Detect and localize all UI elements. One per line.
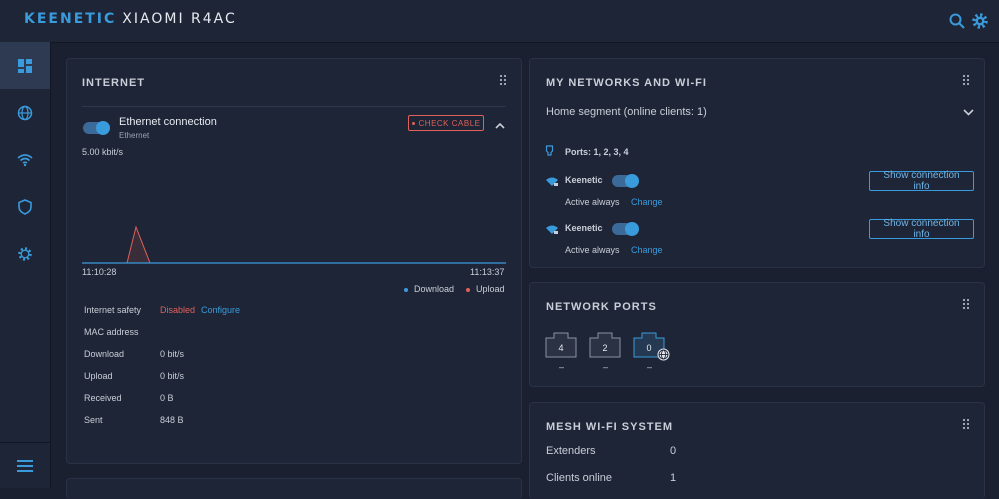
wifi-toggle[interactable] bbox=[612, 222, 639, 236]
ethernet-port-icon bbox=[545, 145, 554, 156]
wifi-toggle[interactable] bbox=[612, 174, 639, 188]
chevron-down-icon[interactable] bbox=[963, 109, 974, 116]
wifi-name: Keenetic bbox=[565, 175, 603, 185]
port-status: – bbox=[559, 362, 565, 372]
brand-name: KEENETIC bbox=[24, 11, 117, 27]
info-value: 0 B bbox=[160, 393, 174, 403]
chevron-up-icon[interactable] bbox=[495, 122, 505, 129]
sidebar-item-settings[interactable] bbox=[0, 230, 50, 277]
wifi-schedule: Active always bbox=[565, 245, 620, 255]
upload-spike bbox=[126, 225, 151, 264]
wifi-schedule: Active always bbox=[565, 197, 620, 207]
info-label: Download bbox=[84, 349, 125, 359]
legend-upload: Upload bbox=[476, 284, 505, 294]
networks-card: MY NETWORKS AND WI-FI Home segment (onli… bbox=[529, 58, 985, 268]
internet-safety-status: Disabled bbox=[160, 305, 196, 315]
traffic-chart bbox=[82, 225, 506, 264]
change-link[interactable]: Change bbox=[631, 245, 663, 255]
wifi-icon bbox=[17, 153, 33, 166]
status-badge-label: CHECK CABLE bbox=[418, 118, 481, 128]
next-card bbox=[66, 478, 522, 499]
internet-card: INTERNET Ethernet connection Ethernet CH… bbox=[66, 58, 522, 464]
chart-end-time: 11:13:37 bbox=[470, 267, 505, 277]
drag-handle-icon[interactable] bbox=[962, 74, 970, 86]
current-speed: 5.00 kbit/s bbox=[82, 147, 124, 157]
configure-link[interactable]: Configure bbox=[201, 305, 240, 315]
sidebar-item-internet[interactable] bbox=[0, 89, 50, 136]
sidebar-item-dashboard[interactable] bbox=[0, 42, 50, 89]
sidebar-menu-toggle[interactable] bbox=[0, 443, 50, 488]
brand-logo[interactable]: KEENETIC XIAOMI R4AC bbox=[24, 11, 237, 27]
mesh-card: MESH WI-FI SYSTEM Extenders 0 Clients on… bbox=[529, 402, 985, 499]
divider bbox=[82, 106, 506, 107]
status-badge: CHECK CABLE bbox=[408, 115, 484, 131]
mesh-value: 1 bbox=[670, 472, 677, 484]
segment-name[interactable]: Home segment (online clients: 1) bbox=[546, 106, 707, 118]
mesh-label: Clients online bbox=[546, 472, 613, 484]
gear-icon bbox=[18, 246, 32, 261]
network-ports-card: NETWORK PORTS 4 – 2 – 0 – bbox=[529, 282, 985, 387]
change-link[interactable]: Change bbox=[631, 197, 663, 207]
card-title: NETWORK PORTS bbox=[546, 301, 657, 313]
port-status: – bbox=[647, 362, 653, 372]
mesh-value: 0 bbox=[670, 445, 677, 457]
upload-legend-dot-icon bbox=[466, 288, 470, 292]
drag-handle-icon[interactable] bbox=[962, 298, 970, 310]
info-value: 0 bit/s bbox=[160, 371, 185, 381]
info-label: Received bbox=[84, 393, 122, 403]
router-model: XIAOMI R4AC bbox=[122, 11, 237, 27]
port-number: 4 bbox=[558, 343, 564, 353]
globe-icon bbox=[657, 348, 670, 361]
drag-handle-icon[interactable] bbox=[499, 74, 507, 86]
port-4[interactable]: 4 bbox=[545, 332, 577, 358]
info-value: 0 bit/s bbox=[160, 349, 185, 359]
card-title: MESH WI-FI SYSTEM bbox=[546, 421, 673, 433]
show-connection-info-button[interactable]: Show connection info bbox=[869, 170, 974, 192]
legend-download: Download bbox=[414, 284, 455, 294]
wifi-icon bbox=[546, 177, 558, 186]
info-label: Internet safety bbox=[84, 305, 142, 315]
card-title: INTERNET bbox=[82, 77, 145, 89]
sidebar-item-wifi[interactable] bbox=[0, 136, 50, 183]
gear-icon[interactable] bbox=[971, 12, 989, 30]
menu-icon bbox=[17, 459, 33, 472]
info-label: Upload bbox=[84, 371, 113, 381]
shield-icon bbox=[18, 198, 32, 215]
sidebar bbox=[0, 42, 51, 488]
chart-start-time: 11:10:28 bbox=[82, 267, 117, 277]
connection-name: Ethernet connection bbox=[119, 116, 217, 128]
dashboard-icon bbox=[18, 58, 32, 73]
info-label: MAC address bbox=[84, 327, 139, 337]
show-connection-info-button[interactable]: Show connection info bbox=[869, 218, 974, 240]
connection-type: Ethernet bbox=[119, 131, 150, 140]
ports-label: Ports: 1, 2, 3, 4 bbox=[565, 147, 629, 157]
card-title: MY NETWORKS AND WI-FI bbox=[546, 77, 707, 89]
status-dot-icon bbox=[411, 121, 415, 125]
port-status: – bbox=[603, 362, 609, 372]
sidebar-item-security[interactable] bbox=[0, 183, 50, 230]
globe-icon bbox=[17, 105, 33, 120]
search-icon[interactable] bbox=[948, 12, 966, 30]
top-bar: KEENETIC XIAOMI R4AC bbox=[0, 0, 999, 43]
port-2[interactable]: 2 bbox=[589, 332, 621, 358]
info-value: 848 B bbox=[160, 415, 184, 425]
mesh-label: Extenders bbox=[546, 445, 596, 457]
drag-handle-icon[interactable] bbox=[962, 418, 970, 430]
connection-toggle[interactable] bbox=[83, 121, 110, 135]
wifi-icon bbox=[546, 225, 558, 234]
port-number: 2 bbox=[602, 343, 608, 353]
info-label: Sent bbox=[84, 415, 103, 425]
wifi-name: Keenetic bbox=[565, 223, 603, 233]
download-legend-dot-icon bbox=[404, 288, 408, 292]
